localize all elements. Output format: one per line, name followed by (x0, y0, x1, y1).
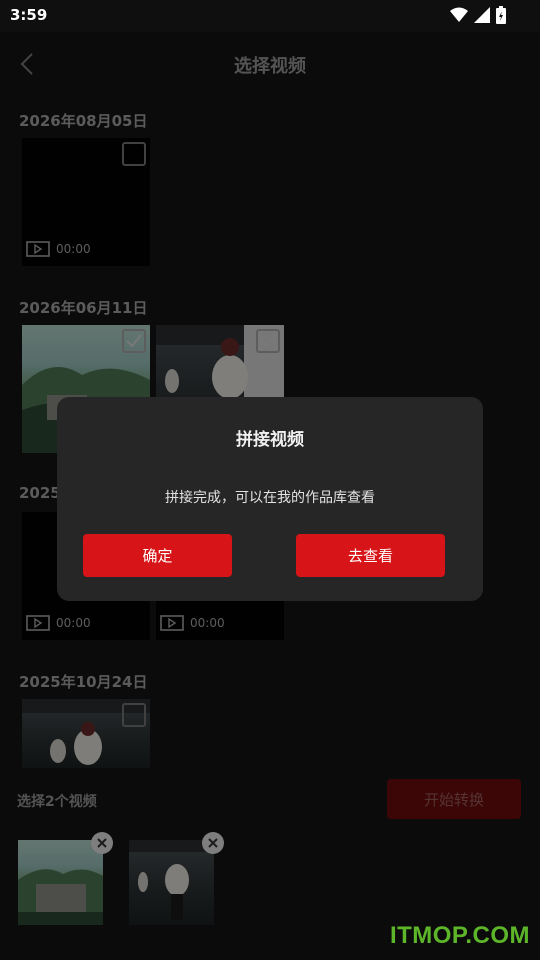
dialog-title: 拼接视频 (236, 430, 304, 450)
signal-icon (474, 7, 490, 23)
merge-dialog: 拼接视频 拼接完成，可以在我的作品库查看 确定 去查看 (57, 397, 483, 601)
dialog-message: 拼接完成，可以在我的作品库查看 (165, 490, 375, 506)
watermark: ITMOP.COM (389, 922, 530, 949)
wifi-icon (450, 7, 468, 22)
status-bar: 3:59 (0, 0, 540, 32)
status-time: 3:59 (10, 6, 48, 24)
battery-icon (496, 6, 506, 24)
view-button[interactable]: 去查看 (296, 534, 445, 577)
confirm-button[interactable]: 确定 (83, 534, 232, 577)
status-icons (450, 6, 506, 24)
